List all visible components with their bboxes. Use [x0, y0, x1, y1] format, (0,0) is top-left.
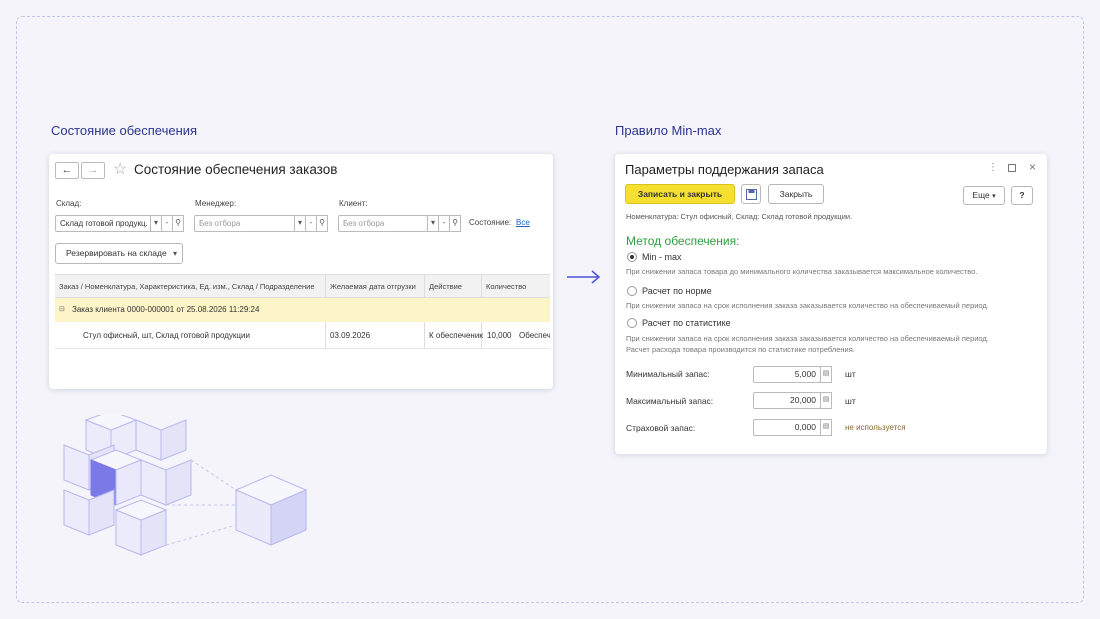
client-label: Клиент:: [339, 199, 368, 208]
stock-params-window: Параметры поддержания запаса ⋮ × Записат…: [615, 154, 1047, 454]
window-title: Состояние обеспечения заказов: [134, 162, 338, 177]
supply-status-window: ← → ☆ Состояние обеспечения заказов Скла…: [49, 154, 553, 389]
client-field[interactable]: Без отбора: [338, 215, 428, 232]
radio-by-statistics[interactable]: [627, 318, 637, 328]
row-date: 03.09.2026: [330, 331, 371, 340]
reserve-button[interactable]: Резервировать на складе ▾: [55, 243, 183, 264]
max-stock-label: Максимальный запас:: [626, 396, 714, 406]
warehouse-label: Склад:: [56, 199, 82, 208]
table-header: Заказ / Номенклатура, Характеристика, Ед…: [55, 274, 550, 298]
option-by-norm-desc: При снижении запаса на срок исполнения з…: [626, 301, 989, 310]
more-menu-icon[interactable]: ⋮: [988, 162, 998, 173]
close-button[interactable]: Закрыть: [768, 184, 824, 204]
close-icon[interactable]: ×: [1029, 160, 1036, 174]
more-button[interactable]: Еще ▾: [963, 186, 1005, 205]
option-by-statistics-desc-2: Расчет расхода товара производится по ст…: [626, 345, 855, 354]
safety-stock-input[interactable]: 0,000: [753, 419, 821, 436]
min-stock-unit: шт: [845, 369, 856, 379]
option-by-statistics-desc: При снижении запаса на срок исполнения з…: [626, 334, 989, 343]
calculator-icon[interactable]: ▤: [820, 419, 832, 436]
option-by-norm-label[interactable]: Расчет по норме: [642, 286, 712, 296]
window-title: Параметры поддержания запаса: [625, 162, 824, 177]
table-row[interactable]: Стул офисный, шт, Склад готовой продукци…: [55, 322, 550, 349]
row-action: К обеспечению: [429, 331, 483, 340]
chevron-down-icon: ▾: [172, 249, 177, 258]
nomenclature-text: Номенклатура: Стул офисный, Склад: Склад…: [626, 212, 853, 221]
manager-link-icon[interactable]: ⚲: [316, 215, 328, 232]
column-header-quantity[interactable]: Количество: [486, 282, 526, 291]
collapse-icon[interactable]: ⊟: [59, 305, 65, 313]
manager-field[interactable]: Без отбора: [194, 215, 295, 232]
row-extra: Обеспеч: [519, 331, 550, 340]
safety-stock-note: не используется: [845, 423, 906, 432]
safety-stock-label: Страховой запас:: [626, 423, 696, 433]
option-by-statistics-label[interactable]: Расчет по статистике: [642, 318, 731, 328]
right-section-title: Правило Min-max: [615, 123, 722, 138]
column-header-date[interactable]: Желаемая дата отгрузки: [330, 282, 416, 291]
warehouse-field[interactable]: Склад готовой продукц.: [55, 215, 151, 232]
client-link-icon[interactable]: ⚲: [449, 215, 461, 232]
option-min-max-desc: При снижении запаса товара до минимально…: [626, 267, 978, 276]
favorite-star-icon[interactable]: ☆: [113, 159, 127, 179]
table-group-row[interactable]: ⊟ Заказ клиента 0000-000001 от 25.08.202…: [55, 298, 550, 322]
method-heading: Метод обеспечения:: [626, 234, 740, 248]
column-header-order[interactable]: Заказ / Номенклатура, Характеристика, Ед…: [59, 282, 315, 291]
state-label: Состояние:: [469, 218, 512, 227]
max-stock-input[interactable]: 20,000: [753, 392, 821, 409]
maximize-icon[interactable]: [1008, 164, 1016, 172]
radio-by-norm[interactable]: [627, 286, 637, 296]
warehouse-link-icon[interactable]: ⚲: [172, 215, 184, 232]
manager-label: Менеджер:: [195, 199, 237, 208]
row-name: Стул офисный, шт, Склад готовой продукци…: [83, 331, 250, 340]
save-icon[interactable]: [741, 184, 761, 204]
calculator-icon[interactable]: ▤: [820, 366, 832, 383]
column-header-action[interactable]: Действие: [429, 282, 462, 291]
option-min-max-label[interactable]: Min - max: [642, 252, 682, 262]
group-row-text: Заказ клиента 0000-000001 от 25.08.2026 …: [72, 305, 260, 314]
more-button-label: Еще: [972, 190, 990, 200]
save-close-button[interactable]: Записать и закрыть: [625, 184, 735, 204]
left-section-title: Состояние обеспечения: [51, 123, 198, 138]
help-button[interactable]: ?: [1011, 186, 1033, 205]
arrow-right-icon: [567, 270, 601, 284]
min-stock-input[interactable]: 5,000: [753, 366, 821, 383]
chevron-down-icon: ▾: [992, 193, 996, 200]
calculator-icon[interactable]: ▤: [820, 392, 832, 409]
radio-min-max[interactable]: [627, 252, 637, 262]
reserve-button-label: Резервировать на складе: [66, 248, 167, 258]
forward-button[interactable]: →: [81, 162, 105, 179]
cubes-illustration: [63, 415, 308, 556]
max-stock-unit: шт: [845, 396, 856, 406]
min-stock-label: Минимальный запас:: [626, 369, 710, 379]
state-link[interactable]: Все: [516, 218, 530, 227]
back-button[interactable]: ←: [55, 162, 79, 179]
row-quantity: 10,000: [487, 331, 512, 340]
